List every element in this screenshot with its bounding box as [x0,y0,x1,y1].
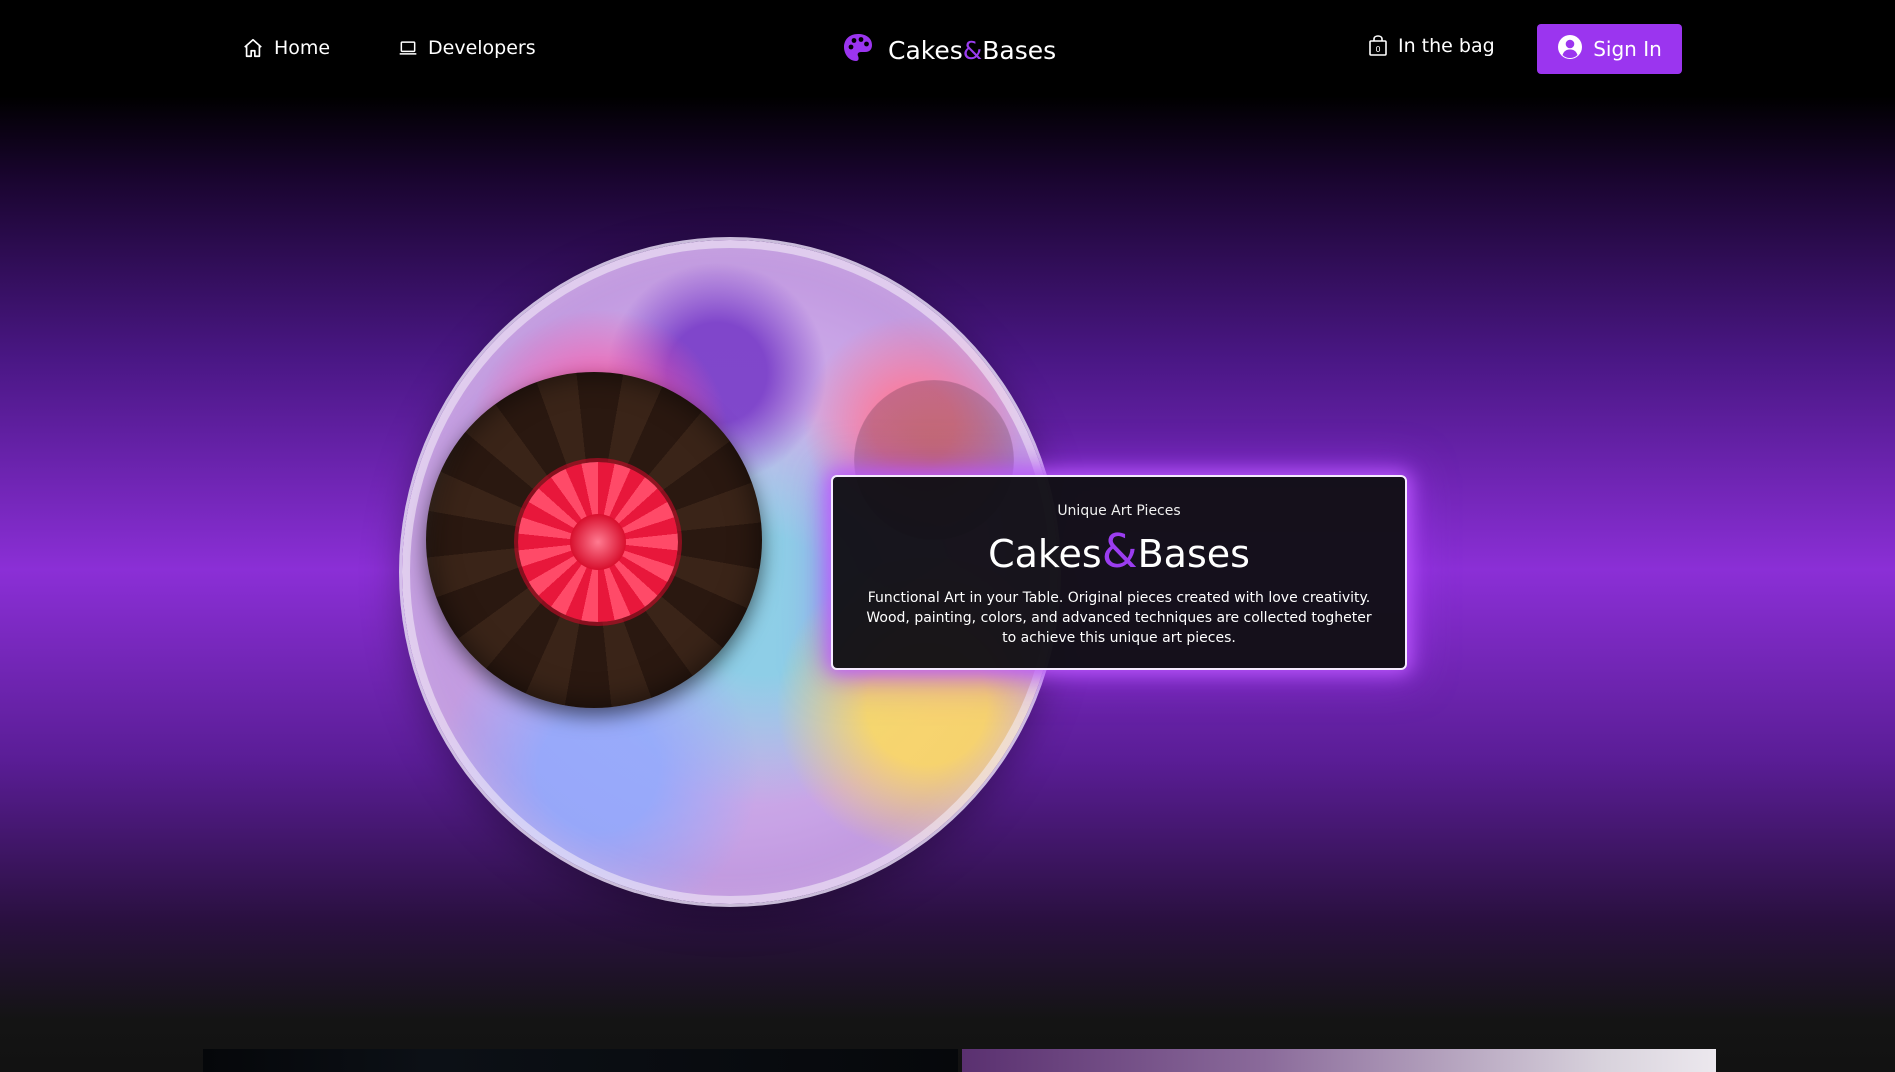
hero-eyebrow: Unique Art Pieces [1057,503,1181,519]
hero-title-part2: Bases [1137,532,1250,576]
laptop-icon [398,38,418,58]
nav-developers-link[interactable]: Developers [398,34,536,62]
nav-bag-label: In the bag [1398,35,1495,57]
brand-ampersand: & [962,35,983,65]
brand-name: Cakes&Bases [888,36,1056,65]
hero-title-ampersand: & [1101,524,1138,578]
svg-text:0: 0 [1375,45,1380,54]
hero-title-part1: Cakes [988,532,1102,576]
nav-home-label: Home [274,37,331,59]
brand-name-part2: Bases [982,35,1057,65]
brand-name-part1: Cakes [888,35,963,65]
gallery-thumbnail-right[interactable] [962,1049,1716,1072]
top-navigation: Home Developers Cakes&Bases 0 In the bag… [0,0,1895,96]
gallery-thumbnail-left[interactable] [203,1049,958,1072]
sign-in-button[interactable]: Sign In [1537,24,1682,74]
hero-title: Cakes&Bases [833,528,1405,576]
nav-bag-link[interactable]: 0 In the bag [1368,32,1495,60]
hero-info-card: Unique Art Pieces Cakes&Bases Functional… [831,475,1407,670]
nav-developers-label: Developers [428,37,536,59]
nav-home-link[interactable]: Home [242,34,330,62]
sign-in-label: Sign In [1593,37,1662,61]
brand-logo-link[interactable]: Cakes&Bases [842,28,1056,72]
shopping-bag-icon: 0 [1368,35,1388,57]
hero-description: Functional Art in your Table. Original p… [866,590,1372,646]
user-circle-icon [1557,34,1583,65]
home-icon [242,37,264,59]
palette-icon [842,32,874,68]
